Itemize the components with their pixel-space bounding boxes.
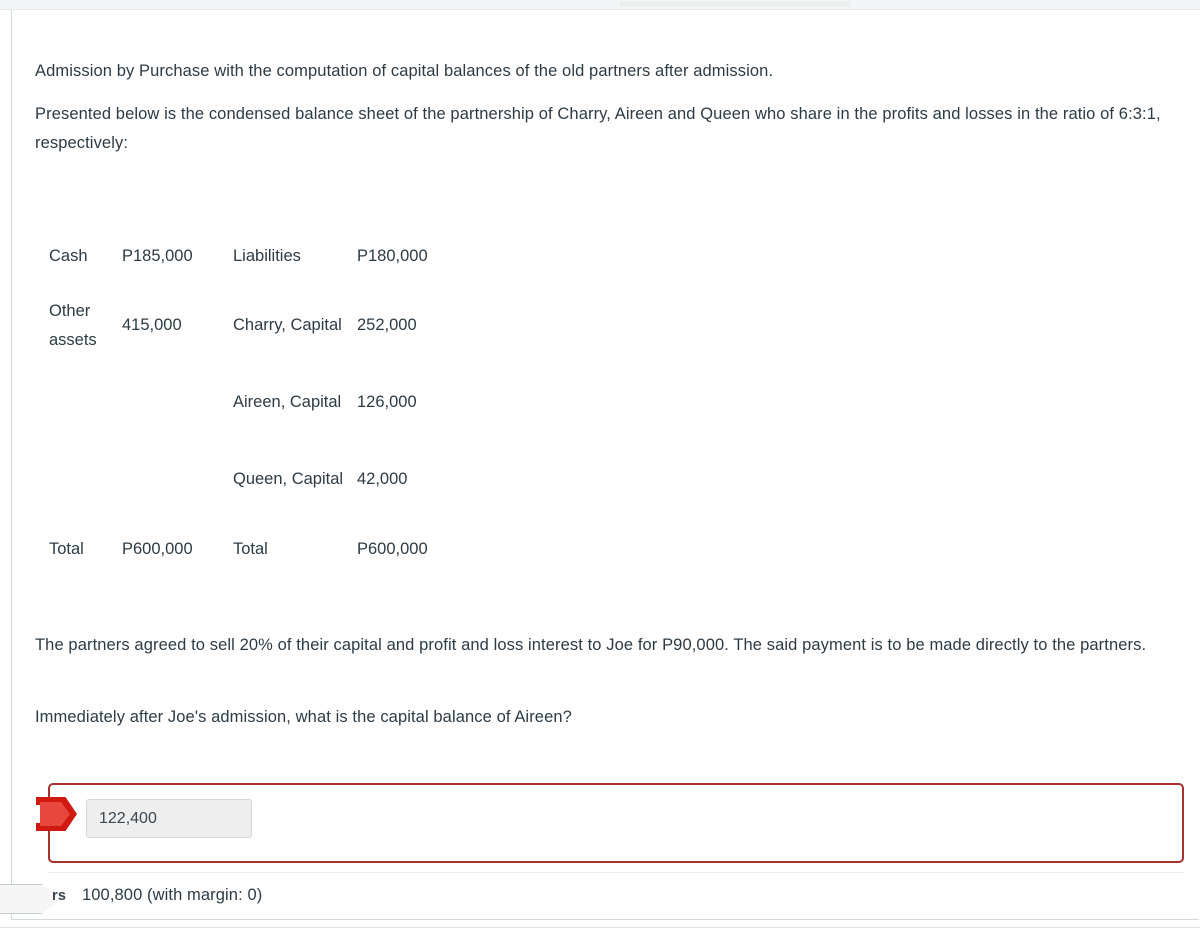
asset-value-cell: P185,000 [122,246,193,265]
arrow-icon-inner [40,802,70,826]
page-bottom-rule [0,927,1200,928]
asset-value-cell [122,441,233,518]
correct-answer-value: 100,800 (with margin: 0) [82,886,263,904]
equity-value-cell: 252,000 [357,316,417,334]
incorrect-answer-arrow-icon [36,797,77,831]
table-row: Queen, Capital 42,000 [36,441,467,518]
table-row: Other assets 415,000 Charry, Capital 252… [36,287,467,364]
asset-total-value-cell: P600,000 [122,539,193,558]
equity-total-label-cell: Total [233,539,268,558]
window-top-band [0,0,1200,10]
correct-answers-tab-label: rs [52,888,67,904]
asset-label-cell: Other assets [49,301,97,349]
asset-label-cell [36,441,122,518]
asset-value-cell [122,364,233,441]
equity-value-cell: P180,000 [357,246,428,265]
equity-label-cell: Charry, Capital [233,316,342,334]
table-row-total: Total P600,000 Total P600,000 [36,518,467,580]
balance-sheet-table: Cash P185,000 Liabilities P180,000 Other… [36,225,467,580]
equity-value-cell: 42,000 [357,470,408,488]
answer-input[interactable] [86,799,252,838]
equity-label-cell: Liabilities [233,246,301,265]
asset-label-cell: Cash [49,246,88,265]
equity-label-cell: Aireen, Capital [233,393,342,411]
question-intro-text: Admission by Purchase with the computati… [35,62,774,80]
correct-answers-tab [0,884,60,914]
equity-value-cell: 126,000 [357,393,417,411]
window-top-band-segment [620,1,850,7]
quiz-question-card: Admission by Purchase with the computati… [0,10,1199,920]
table-row: Cash P185,000 Liabilities P180,000 [36,225,467,287]
asset-label-cell [36,364,122,441]
question-prompt-text: Presented below is the condensed balance… [35,105,1161,152]
question-ask-text: Immediately after Joe's admission, what … [35,708,572,726]
submitted-answer-box [36,783,1184,863]
question-detail-text: The partners agreed to sell 20% of their… [35,636,1147,654]
asset-value-cell: 415,000 [122,316,182,334]
equity-total-value-cell: P600,000 [357,539,428,558]
equity-label-cell: Queen, Capital [233,470,344,488]
answer-divider [48,872,1184,873]
table-row: Aireen, Capital 126,000 [36,364,467,441]
asset-total-label-cell: Total [49,539,84,558]
